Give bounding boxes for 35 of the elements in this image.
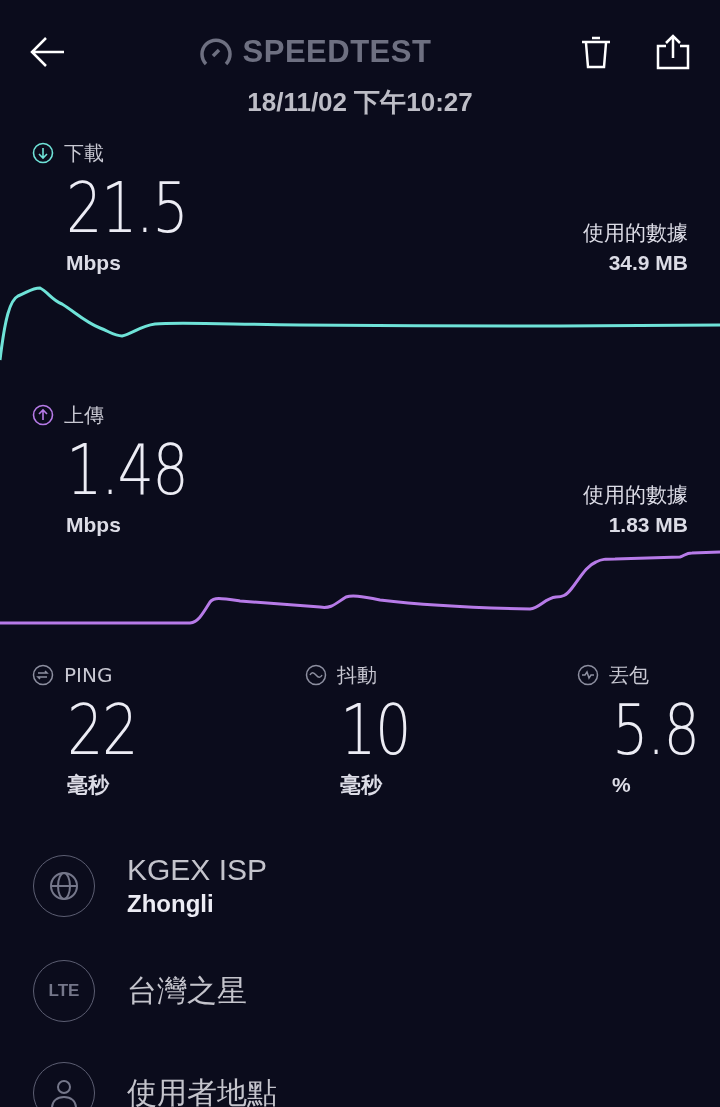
metric-unit: 毫秒 <box>340 772 384 798</box>
test-timestamp: 18/11/02 下午10:27 <box>246 86 474 119</box>
metric-value: 22 <box>67 690 138 770</box>
speed-unit: Mbps <box>66 512 121 538</box>
metric-label: 抖動 <box>337 661 377 689</box>
metric-unit: % <box>612 772 632 798</box>
data-used-label: 使用的數據 <box>583 220 688 247</box>
lte-label: LTE <box>48 981 80 1001</box>
info-title: 使用者地點 <box>127 1075 277 1107</box>
metric-unit: 毫秒 <box>67 772 111 798</box>
result-label: 下載 <box>64 139 104 167</box>
speed-value: 21.5 <box>66 168 188 248</box>
info-title: KGEX ISP <box>127 852 268 888</box>
exchange-arrows-icon <box>32 664 54 686</box>
metric-label: PING <box>64 663 113 687</box>
data-used-value: 1.83 MB <box>608 512 688 538</box>
globe-icon <box>48 870 80 902</box>
wave-icon <box>305 664 327 686</box>
speed-value: 1.48 <box>66 430 188 510</box>
back-button[interactable] <box>30 36 66 68</box>
info-title: 台灣之星 <box>127 973 247 1009</box>
speed-unit: Mbps <box>66 250 121 276</box>
data-used-label: 使用的數據 <box>583 482 688 509</box>
info-subtitle: Zhongli <box>127 889 215 919</box>
metric-value: 5.8 <box>612 690 700 770</box>
person-icon <box>48 1077 80 1107</box>
data-used-value: 34.9 MB <box>608 250 688 276</box>
share-button[interactable] <box>656 34 690 70</box>
metric-value: 10 <box>340 690 411 770</box>
app-title: SPEEDTEST <box>242 34 432 70</box>
pulse-icon <box>577 664 599 686</box>
delete-button[interactable] <box>580 35 612 69</box>
gauge-icon <box>198 37 233 67</box>
metric-label: 丟包 <box>609 661 649 689</box>
result-label: 上傳 <box>64 401 104 429</box>
